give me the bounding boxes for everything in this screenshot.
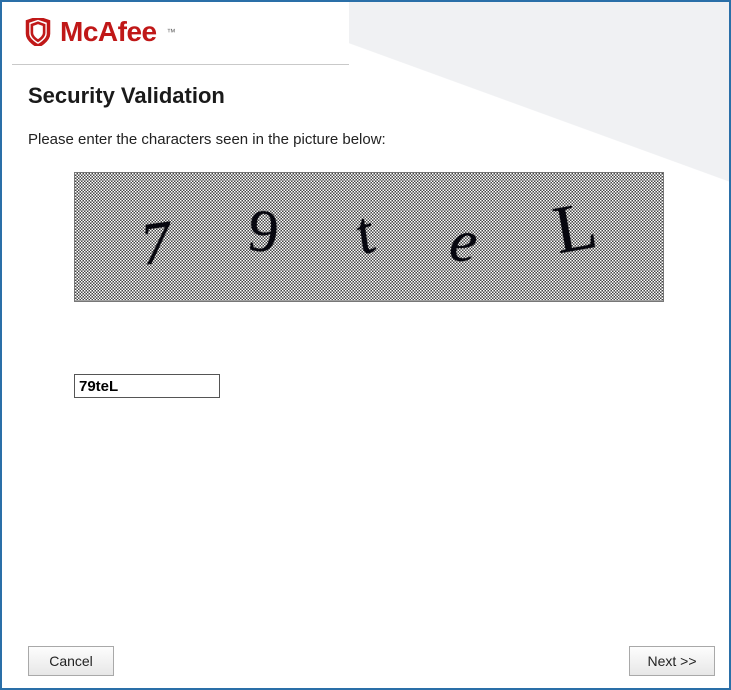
page-title: Security Validation [28, 83, 703, 109]
captcha-char: 9 [245, 195, 282, 267]
mcafee-shield-icon [24, 18, 52, 46]
captcha-char: 7 [136, 207, 175, 280]
captcha-image: 7 9 t e L [74, 172, 664, 302]
captcha-characters: 7 9 t e L [75, 173, 663, 301]
brand-name: McAfee [60, 16, 157, 48]
main-content: Security Validation Please enter the cha… [2, 65, 729, 398]
trademark-symbol: ™ [167, 27, 176, 37]
captcha-char: L [548, 185, 603, 270]
captcha-input-row [74, 374, 703, 398]
next-button[interactable]: Next >> [629, 646, 715, 676]
captcha-char: e [446, 205, 482, 277]
header: McAfee ™ [2, 2, 729, 58]
cancel-button[interactable]: Cancel [28, 646, 114, 676]
footer-buttons: Cancel Next >> [2, 646, 729, 688]
brand-logo: McAfee ™ [24, 16, 707, 48]
captcha-char: t [345, 198, 382, 269]
instruction-text: Please enter the characters seen in the … [28, 131, 703, 148]
captcha-input[interactable] [74, 374, 220, 398]
